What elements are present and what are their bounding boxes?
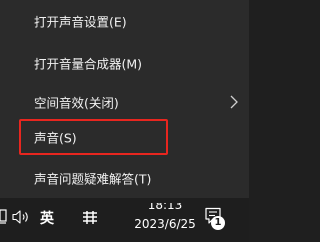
notification-count-badge: 1 <box>211 216 225 230</box>
menu-item-label: 打开音量合成器(M) <box>34 56 143 72</box>
menu-item-label: 空间音效(关闭) <box>34 95 119 111</box>
menu-item-troubleshoot-sound[interactable]: 声音问题疑难解答(T) <box>0 160 249 196</box>
ime-layout-icon[interactable] <box>82 210 98 225</box>
menu-item-label: 打开声音设置(E) <box>34 14 127 30</box>
ime-language-indicator[interactable]: 英 <box>40 208 54 228</box>
chevron-right-icon <box>230 95 238 109</box>
speaker-icon[interactable] <box>11 209 33 225</box>
speaker-context-menu: 打开声音设置(E) 打开音量合成器(M) 空间音效(关闭) 声音(S) 声音问题… <box>0 0 249 198</box>
menu-item-open-sound-settings[interactable]: 打开声音设置(E) <box>0 3 249 39</box>
monitor-icon[interactable] <box>0 209 8 225</box>
menu-item-sounds[interactable]: 声音(S) <box>0 119 249 155</box>
taskbar-clock[interactable]: 18:13 2023/6/25 <box>132 203 198 233</box>
menu-item-label: 声音(S) <box>34 130 77 146</box>
clock-time: 18:13 <box>147 203 183 212</box>
menu-item-spatial-sound[interactable]: 空间音效(关闭) <box>0 84 249 120</box>
clock-date: 2023/6/25 <box>134 217 196 231</box>
menu-item-label: 声音问题疑难解答(T) <box>34 171 152 187</box>
menu-item-open-volume-mixer[interactable]: 打开音量合成器(M) <box>0 45 249 81</box>
